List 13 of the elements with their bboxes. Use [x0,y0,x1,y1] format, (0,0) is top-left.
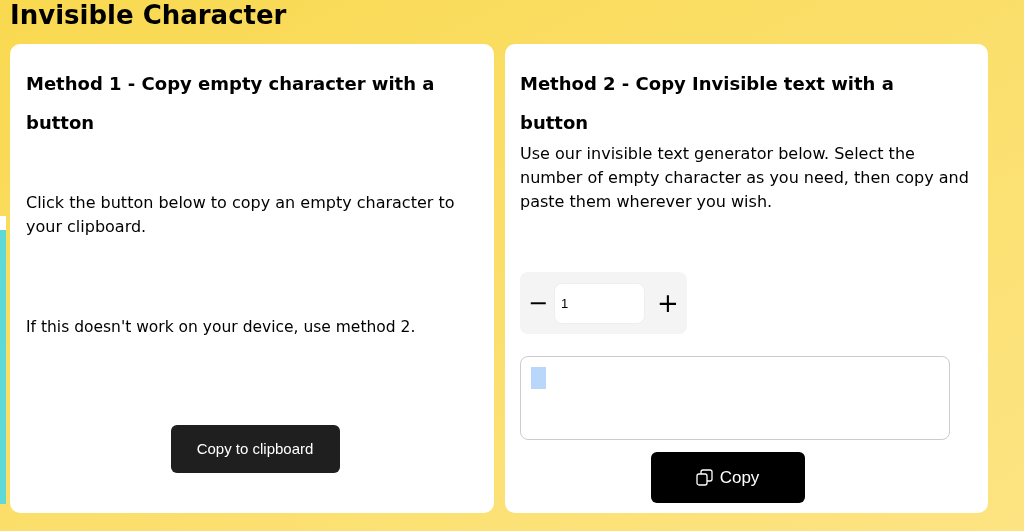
output-field[interactable] [520,356,950,440]
instruction-text: If this doesn't work on your device, use method 2. [26,317,417,338]
description-text: Use our invisible text generator below. Select the number of empty character as you need, then copy and paste them wherever you wish. [520,143,970,213]
copy-icon [695,469,713,486]
decrement-button[interactable]: − [528,291,548,315]
instruction-text: Click the button below to copy an empty character to your clipboard. [26,192,456,238]
copy-to-clipboard-button[interactable]: Copy to clipboard [170,425,340,473]
copy-button[interactable]: Copy [650,452,805,503]
page-title: Invisible Character [10,0,287,30]
method-heading: Method 2 - Copy Invisible text with a button [520,72,895,135]
method-heading: Method 1 - Copy empty character with a button [26,72,436,135]
quantity-field[interactable]: 1 [554,282,645,324]
increment-button[interactable]: + [657,290,679,316]
